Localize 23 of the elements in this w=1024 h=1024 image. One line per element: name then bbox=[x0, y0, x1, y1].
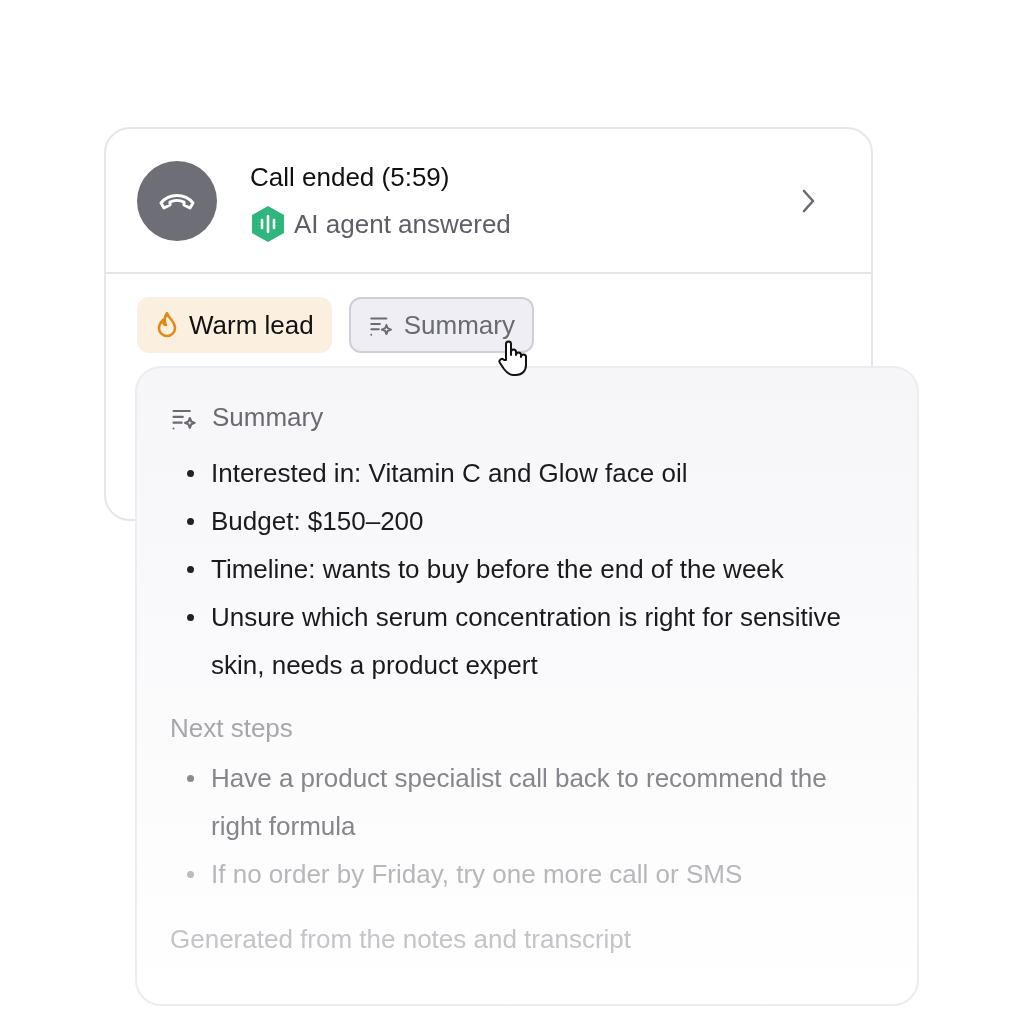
summary-title: Summary bbox=[212, 401, 324, 434]
flame-icon bbox=[155, 311, 179, 339]
lead-tag: Warm lead bbox=[137, 297, 332, 353]
call-title: Call ended (5:59) bbox=[250, 160, 451, 194]
summary-point: Unsure which serum concentration is right for sensitive skin, needs a product expert bbox=[211, 601, 843, 682]
ai-agent-icon bbox=[250, 205, 286, 243]
summary-button[interactable]: Summary bbox=[348, 297, 534, 353]
generated-note: Generated from the notes and transcript bbox=[170, 923, 633, 956]
hand-cursor-icon bbox=[497, 340, 529, 376]
chevron-right-icon[interactable] bbox=[800, 187, 816, 214]
bullet-icon bbox=[187, 518, 194, 525]
summary-point: Interested in: Vitamin C and Glow face oil bbox=[211, 457, 688, 490]
next-step: Have a product specialist call back to recommend the right formula bbox=[211, 754, 879, 850]
bullet-icon bbox=[187, 566, 194, 573]
bullet-icon bbox=[187, 871, 194, 878]
bullet-icon bbox=[187, 775, 194, 782]
bullet-icon bbox=[187, 470, 194, 477]
summary-point: Timeline: wants to buy before the end of the week bbox=[211, 553, 784, 586]
agent-status: AI agent answered bbox=[294, 207, 511, 241]
next-steps-title: Next steps bbox=[170, 712, 294, 745]
bullet-icon bbox=[187, 614, 194, 621]
next-step: If no order by Friday, try one more call or SMS bbox=[211, 850, 743, 898]
summary-point: Budget: $150–200 bbox=[211, 505, 424, 538]
